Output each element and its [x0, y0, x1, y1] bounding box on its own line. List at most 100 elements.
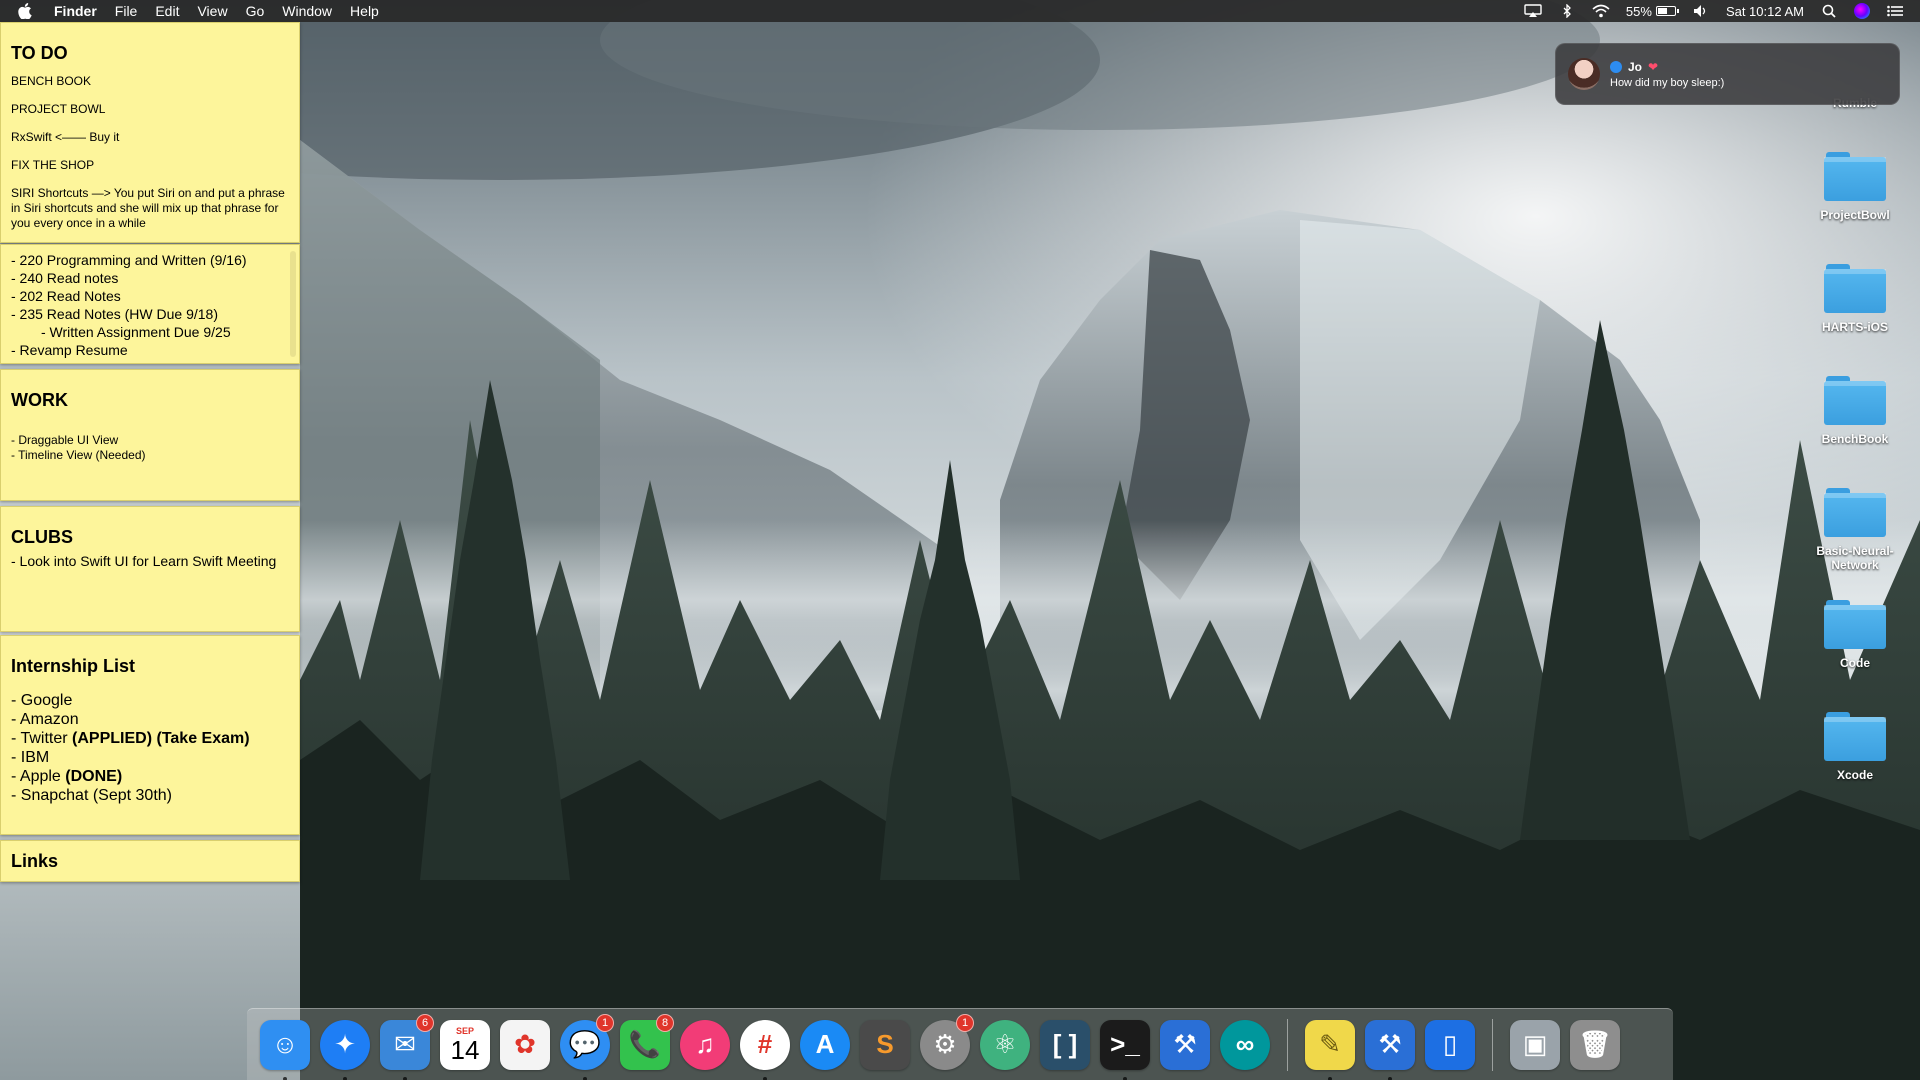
internship-item: - IBM	[11, 749, 50, 766]
battery-status[interactable]: 55%	[1626, 4, 1679, 19]
desktop-icon-label: HARTS-iOS	[1822, 320, 1888, 334]
dock-app-brackets[interactable]: [ ]	[1038, 1018, 1092, 1072]
class-line: - Written Assignment Due 9/25	[41, 324, 231, 340]
dock-app-simulator[interactable]: ▯	[1423, 1018, 1477, 1072]
dock-app-stickies[interactable]: ✎	[1303, 1018, 1357, 1080]
desktop-folder-benchbook[interactable]: BenchBook	[1795, 376, 1915, 446]
dock-app-messages[interactable]: 💬 1	[558, 1013, 614, 1080]
dock-app-photos[interactable]: ✿	[498, 1018, 552, 1072]
sticky-note-work[interactable]: WORK - Draggable UI View - Timeline View…	[0, 369, 300, 501]
desktop-folder-basic-neural-network[interactable]: Basic-Neural-Network	[1795, 488, 1915, 572]
todo-item: PROJECT BOWL	[11, 102, 106, 116]
menu-edit[interactable]: Edit	[155, 3, 179, 19]
dock-app-slack[interactable]: #	[738, 1018, 792, 1080]
dock-app-finder[interactable]: ☺	[258, 1018, 312, 1080]
folder-icon	[1824, 152, 1886, 202]
dock-app-preferences[interactable]: ⚙ 1	[918, 1013, 974, 1072]
terminal-icon: >_	[1100, 1019, 1150, 1070]
todo-item: BENCH BOOK	[11, 74, 92, 88]
sticky-note-clubs[interactable]: CLUBS - Look into Swift UI for Learn Swi…	[0, 506, 300, 632]
stickies-icon: ✎	[1305, 1019, 1355, 1070]
desktop-folder-projectbowl[interactable]: ProjectBowl	[1795, 152, 1915, 222]
desktop-folder-xcode[interactable]: Xcode	[1795, 712, 1915, 782]
calendar-day: 14	[450, 1034, 480, 1065]
folder-icon	[1824, 600, 1886, 650]
menu-view[interactable]: View	[197, 3, 227, 19]
dock-app-facetime[interactable]: 📞 8	[618, 1013, 674, 1072]
dock-app-trash[interactable]: 🗑	[1568, 1018, 1622, 1072]
notification-badge: 1	[956, 1013, 974, 1032]
class-line: - 240 Read notes	[11, 270, 119, 286]
sticky-note-internship-list[interactable]: Internship List - Google - Amazon - Twit…	[0, 635, 300, 835]
internship-item: - Twitter (APPLIED) (Take Exam)	[11, 730, 250, 747]
todo-item: RxSwift <—— Buy it	[11, 130, 120, 144]
running-indicator	[763, 1076, 767, 1080]
dock-app-mail[interactable]: ✉ 6	[378, 1013, 434, 1080]
sticky-note-todo[interactable]: TO DO BENCH BOOK PROJECT BOWL RxSwift <—…	[0, 22, 300, 243]
desktop-icon-label: Code	[1840, 656, 1870, 670]
menu-app-name[interactable]: Finder	[54, 3, 97, 19]
clubs-line: - Look into Swift UI for Learn Swift Mee…	[11, 553, 277, 569]
notification-center-icon[interactable]	[1886, 4, 1904, 18]
dock-app-arduino[interactable]: ∞	[1218, 1018, 1272, 1072]
heart-icon: ❤	[1648, 59, 1659, 74]
photos-icon: ✿	[500, 1019, 550, 1070]
sticky-note-classes[interactable]: - 220 Programming and Written (9/16) - 2…	[0, 244, 300, 364]
dock-app-safari[interactable]: ✦	[318, 1018, 372, 1080]
notification-header: Jo ❤	[1610, 60, 1724, 74]
dock-app-terminal[interactable]: >_	[1098, 1018, 1152, 1080]
folder-icon	[1824, 376, 1886, 426]
internship-item: - Amazon	[11, 711, 79, 728]
menu-file[interactable]: File	[115, 3, 138, 19]
class-line: - Revamp Resume	[11, 342, 128, 358]
running-indicator	[1388, 1076, 1392, 1080]
dock-app-xcode[interactable]: ⚒	[1158, 1018, 1212, 1072]
dock-app-appstore[interactable]: A	[798, 1018, 852, 1072]
menu-go[interactable]: Go	[246, 3, 265, 19]
calendar-month: SEP	[455, 1025, 474, 1036]
running-indicator	[283, 1076, 287, 1080]
work-line: - Draggable UI View	[11, 433, 119, 447]
running-indicator	[1123, 1076, 1127, 1080]
internship-item: - Apple (DONE)	[11, 768, 123, 785]
menu-window[interactable]: Window	[282, 3, 332, 19]
airplay-icon[interactable]	[1524, 4, 1542, 18]
dock-app-preview[interactable]: ▣	[1508, 1018, 1562, 1072]
dock-app-atom[interactable]: ⚛	[978, 1018, 1032, 1072]
dock-separator	[1492, 1018, 1493, 1071]
menu-clock[interactable]: Sat 10:12 AM	[1726, 4, 1804, 19]
wifi-icon[interactable]	[1592, 4, 1610, 18]
running-indicator	[343, 1076, 347, 1080]
menu-help[interactable]: Help	[350, 3, 379, 19]
notification-badge: 8	[656, 1013, 674, 1032]
notification-content: Jo ❤ How did my boy sleep:)	[1610, 60, 1724, 89]
dock-app-xcode-beta[interactable]: ⚒	[1363, 1018, 1417, 1080]
simulator-icon: ▯	[1425, 1019, 1475, 1070]
spotlight-search-icon[interactable]	[1820, 4, 1838, 18]
notification-sender: Jo	[1628, 59, 1643, 74]
menu-bar-left: Finder File Edit View Go Window Help	[0, 0, 397, 22]
desktop-folder-harts-ios[interactable]: HARTS-iOS	[1795, 264, 1915, 334]
app-store-icon: A	[800, 1019, 850, 1070]
dock-app-sublime[interactable]: S	[858, 1018, 912, 1072]
safari-icon: ✦	[320, 1019, 370, 1070]
slack-icon: #	[740, 1019, 790, 1070]
message-notification[interactable]: Jo ❤ How did my boy sleep:)	[1555, 43, 1900, 105]
internship-item: - Snapchat (Sept 30th)	[11, 787, 172, 804]
dock-app-calendar[interactable]: SEP 14	[438, 1018, 492, 1072]
notification-message: How did my boy sleep:)	[1610, 76, 1725, 89]
volume-icon[interactable]	[1692, 4, 1710, 18]
folder-icon	[1824, 712, 1886, 762]
desktop-folder-code[interactable]: Code	[1795, 600, 1915, 670]
desktop-icon-label: Basic-Neural-Network	[1816, 544, 1894, 572]
sticky-clubs-title: CLUBS	[11, 527, 73, 547]
siri-icon[interactable]	[1854, 3, 1870, 19]
sticky-scrollbar[interactable]	[290, 251, 296, 357]
apple-menu-icon[interactable]	[18, 3, 36, 19]
dock-app-itunes[interactable]: ♫	[678, 1018, 732, 1072]
sublime-text-icon: S	[860, 1019, 910, 1070]
sticky-note-links[interactable]: Links	[0, 840, 300, 882]
calendar-icon: SEP 14	[440, 1019, 490, 1070]
bluetooth-icon[interactable]	[1558, 4, 1576, 18]
avatar	[1568, 58, 1600, 90]
